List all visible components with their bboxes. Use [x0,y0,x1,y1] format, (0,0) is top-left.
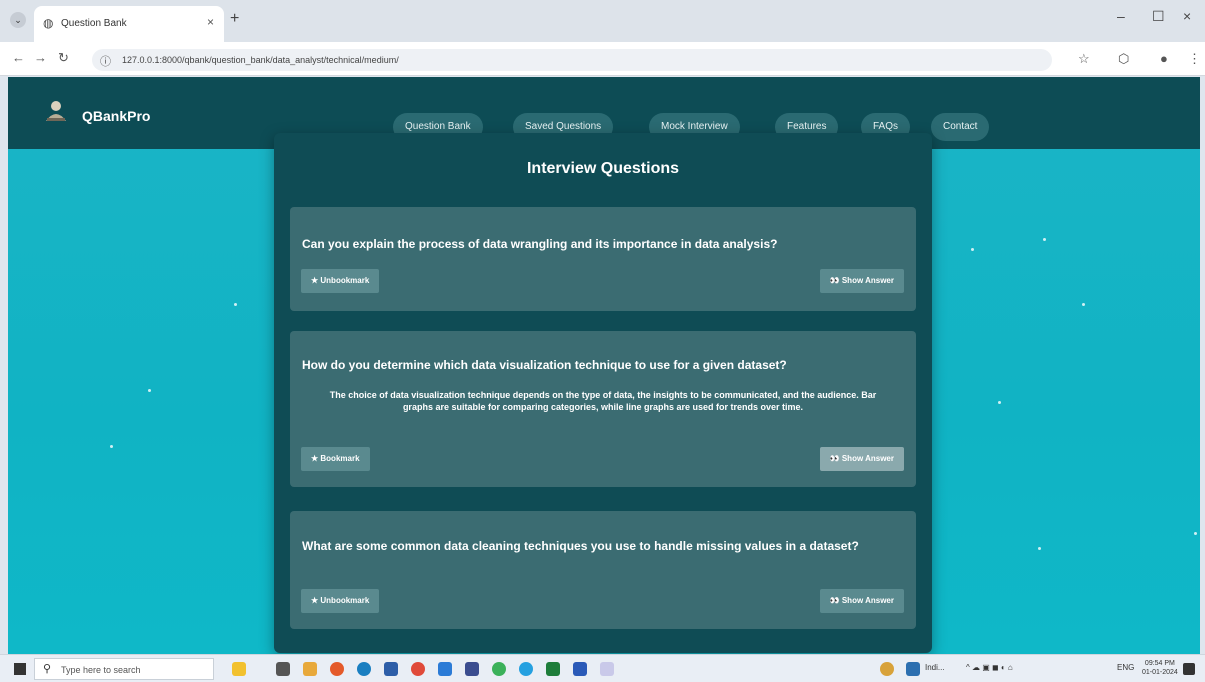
sparkle-dot [234,303,237,306]
task-view-icon[interactable] [276,662,290,676]
maximize-icon[interactable]: ☐ [1152,8,1165,25]
web-page: QBankPro Question Bank Saved Questions M… [8,77,1200,654]
app-icon[interactable] [906,662,920,676]
show-answer-button[interactable]: 👀 Show Answer [819,589,904,613]
sparkle-dot [148,389,151,392]
question-card: How do you determine which data visualiz… [290,331,916,487]
sparkle-dot [1043,238,1046,241]
clock[interactable]: 09:54 PM 01-01-2024 [1142,659,1178,677]
tab-title: Question Bank [61,18,127,29]
profile-icon[interactable]: ● [1160,51,1168,66]
language-indicator[interactable]: ENG [1117,663,1134,672]
forward-icon[interactable]: → [34,50,47,65]
question-text: Can you explain the process of data wran… [302,237,778,251]
store-icon[interactable] [384,662,398,676]
star-icon[interactable]: ☆ [1078,51,1090,67]
taskbar: ⚲ Type here to search Indi... ^ ☁ ▣ ◼ ◐ … [0,654,1205,682]
sparkle-dot [110,445,113,448]
whatsapp-icon[interactable] [492,662,506,676]
weather-icon[interactable] [880,662,894,676]
tab-close-icon[interactable]: × [207,15,214,29]
question-card: What are some common data cleaning techn… [290,511,916,629]
extensions-icon[interactable]: ⬡ [1118,51,1129,67]
excel-icon[interactable] [546,662,560,676]
nav-contact[interactable]: Contact [931,113,990,141]
tray-icons[interactable]: ^ ☁ ▣ ◼ ◐ ⌂ [966,663,1013,672]
app-icon[interactable] [600,662,614,676]
browser-icon[interactable] [411,662,425,676]
time-text: 09:54 PM [1144,660,1175,667]
windows-start-icon[interactable] [14,663,26,675]
brand-name[interactable]: QBankPro [82,108,150,124]
window-close-icon[interactable]: × [1183,8,1191,24]
sparkle-dot [1194,532,1197,535]
search-placeholder: Type here to search [61,665,141,675]
panel-title: Interview Questions [526,160,680,177]
browser-tab-bar: ⌄ ◍ Question Bank × + – ☐ × [0,0,1205,42]
sparkle-dot [1082,303,1085,306]
sparkle-dot [971,248,974,251]
url-bar[interactable]: ⓘ 127.0.0.1:8000/qbank/question_bank/dat… [92,49,1052,71]
edge-icon[interactable] [357,662,371,676]
search-icon: ⚲ [43,663,52,675]
app-icon[interactable] [519,662,533,676]
new-tab-icon[interactable]: + [230,10,239,28]
menu-icon[interactable]: ⋮ [1188,51,1201,67]
site-info-icon[interactable]: ⓘ [100,53,111,69]
sparkle-app-icon[interactable] [232,662,246,676]
question-text: What are some common data cleaning techn… [302,539,859,553]
weather-text[interactable]: Indi... [925,663,945,672]
logo-icon[interactable] [43,99,69,123]
question-text: How do you determine which data visualiz… [302,358,787,372]
chrome-icon[interactable] [330,662,344,676]
globe-icon: ◍ [43,16,54,30]
url-text[interactable]: 127.0.0.1:8000/qbank/question_bank/data_… [122,55,399,65]
back-icon[interactable]: ← [12,50,25,65]
browser-tab[interactable]: ◍ Question Bank × [34,6,224,42]
address-toolbar: ← → ↻ ⓘ 127.0.0.1:8000/qbank/question_ba… [0,42,1205,76]
show-answer-button[interactable]: 👀 Show Answer [819,269,904,293]
bookmark-button[interactable]: ★ Bookmark [301,447,370,471]
answer-text: The choice of data visualization techniq… [329,390,877,412]
unbookmark-button[interactable]: ★ Unbookmark [301,269,380,293]
sparkle-dot [998,401,1001,404]
show-answer-button[interactable]: 👀 Show Answer [819,447,904,471]
tab-search-icon[interactable]: ⌄ [10,12,26,28]
unbookmark-button[interactable]: ★ Unbookmark [301,589,380,613]
taskbar-search[interactable]: ⚲ Type here to search [34,658,214,680]
questions-panel: Interview Questions Can you explain the … [274,133,932,653]
reload-icon[interactable]: ↻ [58,50,69,66]
app-icon[interactable] [465,662,479,676]
minimize-icon[interactable]: – [1117,8,1125,24]
sparkle-dot [1038,547,1041,550]
vscode-icon[interactable] [438,662,452,676]
question-card: Can you explain the process of data wran… [290,207,916,311]
date-text: 01-01-2024 [1142,669,1178,676]
word-icon[interactable] [573,662,587,676]
notifications-icon[interactable] [1183,663,1195,675]
file-explorer-icon[interactable] [303,662,317,676]
